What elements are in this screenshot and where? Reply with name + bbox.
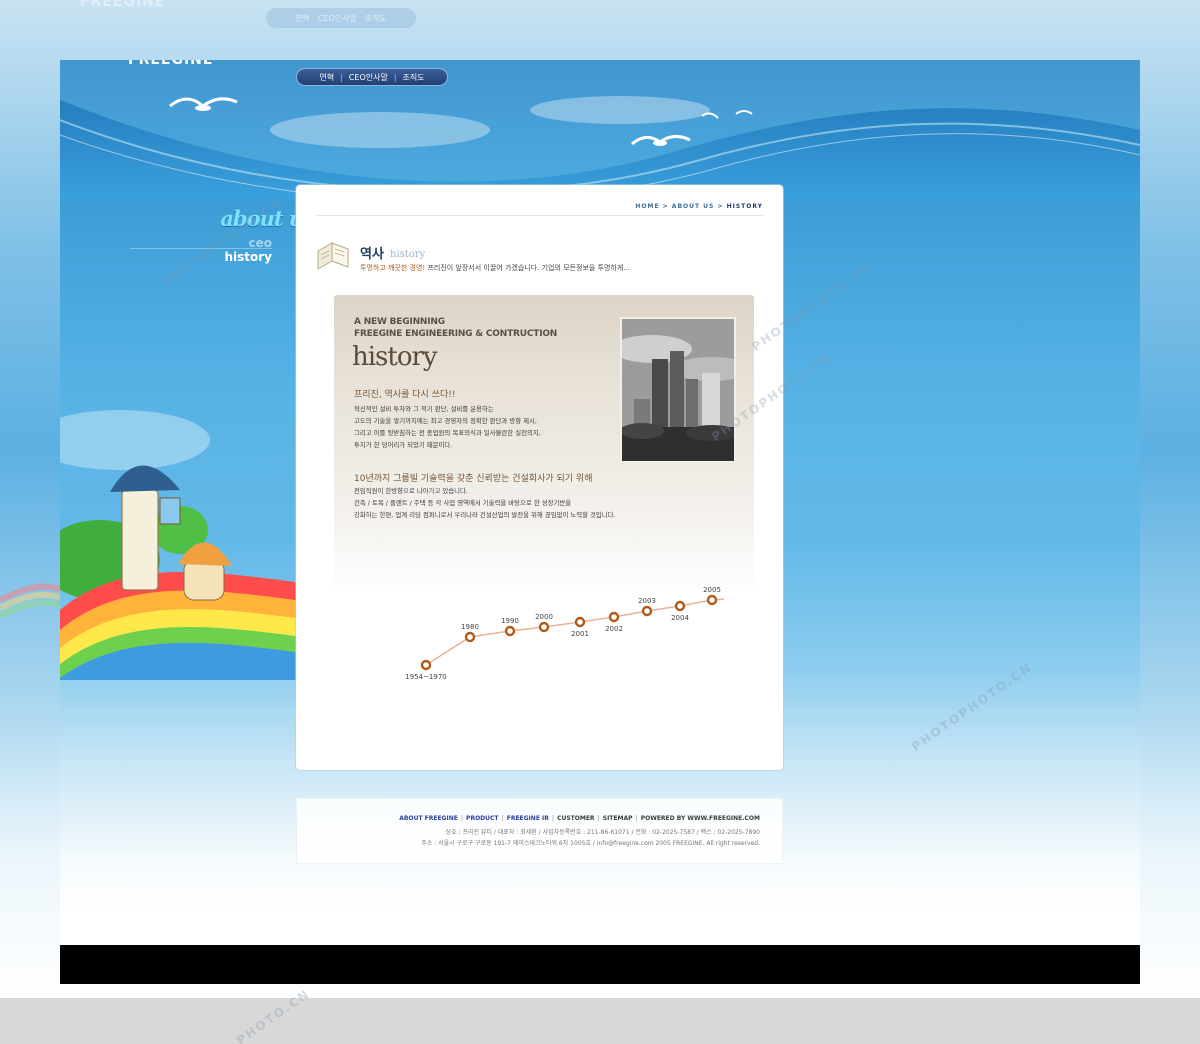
paragraph-line: 고도의 기술을 쌓기까지에는 최고 경영자의 정확한 판단과 방향 제시, [354, 417, 537, 425]
paragraph-line: 투지가 한 덩어리가 되었기 때문이다. [354, 441, 453, 449]
subnav-item-ceo[interactable]: CEO인사말 [349, 72, 388, 83]
footer-link-sitemap[interactable]: SITEMAP [603, 815, 633, 822]
section-title: 역사 [360, 247, 384, 262]
breadcrumb-separator: > [717, 203, 724, 210]
intro-highlight: 투명하고 깨끗한 경영! [360, 264, 426, 272]
nav-member-center[interactable]: MEMBER CENTER [711, 60, 817, 70]
section-intro: 투명하고 깨끗한 경영! 프리진이 앞장서서 이끌어 가겠습니다. 기업의 모든… [360, 263, 630, 273]
main-nav: ABOUT US PRODUCT FREEGINE IR CUSTOMER ME… [120, 60, 880, 70]
paragraph-line: 전임직원이 한방향으로 나아가고 있습니다. [354, 487, 468, 495]
timeline-label: 2005 [703, 586, 721, 594]
timeline-label: 1954~1970 [406, 673, 447, 681]
timeline-label: 2002 [605, 625, 623, 633]
breadcrumb-about[interactable]: ABOUT US [672, 203, 715, 210]
rainbow-fragment-left [0, 583, 60, 619]
footer-link-about[interactable]: ABOUT FREEGINE [399, 815, 458, 822]
panel-paragraph-1: 혁신적인 설비 투자와 그 적기 판단, 설비를 운용하는 고도의 기술을 쌓기… [354, 403, 614, 451]
content-card: HOME > ABOUT US > HISTORY 역사 history 투명하… [296, 185, 783, 770]
footer-link-product[interactable]: PRODUCT [466, 815, 498, 822]
seagull-icon [701, 110, 753, 119]
ghost-subnav-item: CEO인사말 [317, 13, 357, 23]
footer-link-customer[interactable]: CUSTOMER [557, 815, 594, 822]
paragraph-line: 그리고 이를 뒷받침하는 전 종업원의 목표의식과 일사불란한 실천의지, [354, 429, 541, 437]
panel-heading: history [352, 342, 438, 372]
footer-separator: | [460, 815, 464, 822]
timeline-dot[interactable] [674, 600, 686, 612]
footer-links: ABOUT FREEGINE | PRODUCT | FREEGINE IR | CUSTO… [399, 815, 760, 822]
timeline-dot[interactable] [608, 611, 620, 623]
timeline-label: 2003 [638, 597, 656, 605]
timeline-dot[interactable] [706, 594, 718, 606]
bottom-black-band [60, 945, 1140, 984]
panel-company: FREEGINE ENGINEERING & CONTRUCTION [354, 329, 558, 339]
ghost-subnav: 연혁 CEO인사말 조직도 [266, 8, 416, 28]
breadcrumb: HOME > ABOUT US > HISTORY [635, 203, 763, 210]
ghost-subnav-item: 조직도 [364, 13, 387, 23]
footer-link-ir[interactable]: FREEGINE IR [507, 815, 549, 822]
footer-separator: | [635, 815, 638, 822]
footer-separator: | [597, 815, 600, 822]
paragraph-line: 건축 / 토목 / 플랜트 / 주택 등 각 사업 영역에서 기술력을 바탕으로… [354, 499, 572, 507]
subnav-item-organization[interactable]: 조직도 [403, 72, 425, 83]
subnav-separator: | [393, 72, 397, 82]
timeline-dot[interactable] [504, 625, 516, 637]
ghost-logo: FREEGINE [80, 0, 166, 10]
timeline-dot[interactable] [420, 659, 432, 671]
sub-nav: 연혁 | CEO인사말 | 조직도 [296, 68, 448, 86]
paragraph-line: 강화하는 한편, 업계 리딩 컴퍼니로서 우리나라 건설산업의 발전을 위해 끊… [354, 511, 616, 519]
backdrop-ghost-header: FREEGINE 연혁 CEO인사말 조직도 [0, 0, 1200, 40]
seagull-icon [631, 135, 691, 146]
timeline-dot[interactable] [538, 621, 550, 633]
timeline-dot[interactable] [574, 616, 586, 628]
history-panel: A NEW BEGINNING FREEGINE ENGINEERING & C… [334, 295, 754, 595]
footer-company-info: 상호 : 프리진 뷰티 / 대표자 : 최세환 / 사업자등록번호 : 211-… [445, 829, 760, 836]
breadcrumb-home[interactable]: HOME [635, 203, 659, 210]
nav-customer[interactable]: CUSTOMER [604, 60, 673, 70]
breadcrumb-current: HISTORY [726, 203, 763, 210]
bottom-bar [0, 998, 1200, 1044]
footer-powered-by[interactable]: POWERED BY WWW.FREEGINE.COM [641, 815, 760, 822]
breadcrumb-separator: > [662, 203, 669, 210]
footer-separator: | [551, 815, 555, 822]
history-timeline: 1954~1970 1980 1990 2000 2001 2002 2003 2004 200… [406, 586, 725, 681]
card-divider [316, 215, 764, 216]
seagull-icon [169, 97, 238, 111]
open-book-icon [317, 242, 349, 270]
page-frame: FREEGINE ABOUT US PRODUCT FREEGINE IR CU… [60, 60, 1140, 984]
header-wave-graphic [60, 60, 1140, 200]
subnav-item-history[interactable]: 연혁 [319, 72, 334, 83]
panel-subheading-1: 프리진, 역사를 다시 쓰다!! [354, 390, 456, 400]
section-subtitle: history [390, 249, 426, 260]
timeline-dot[interactable] [464, 631, 476, 643]
timeline-dot[interactable] [641, 605, 653, 617]
footer: ABOUT FREEGINE | PRODUCT | FREEGINE IR | CUSTO… [296, 798, 783, 864]
footer-separator: | [501, 815, 504, 822]
panel-subheading-2: 10년까지 그룹빌 기술력을 갖춘 신뢰받는 건설회사가 되기 위해 [354, 474, 593, 484]
timeline-label: 1990 [501, 617, 519, 625]
panel-paragraph-2: 전임직원이 한방향으로 나아가고 있습니다. 건축 / 토목 / 플랜트 / 주… [354, 485, 684, 521]
nav-freegine-ir[interactable]: FREEGINE IR [489, 60, 566, 70]
timeline-label: 2000 [535, 613, 553, 621]
ghost-subnav-item: 연혁 [295, 13, 310, 23]
timeline-label: 2004 [671, 614, 689, 622]
subnav-separator: | [340, 72, 343, 82]
paragraph-line: 혁신적인 설비 투자와 그 적기 판단, 설비를 운용하는 [354, 405, 494, 413]
footer-address: 주소 : 서울시 구로구 구로동 191-7 에이스테크노타워 6차 1005호… [421, 840, 760, 847]
intro-text: 프리진이 앞장서서 이끌어 가겠습니다. 기업의 모든정보을 투명하게... [425, 264, 631, 272]
timeline-label: 1980 [461, 623, 479, 631]
timeline-label: 2001 [571, 630, 589, 638]
panel-tagline: A NEW BEGINNING [354, 317, 445, 327]
